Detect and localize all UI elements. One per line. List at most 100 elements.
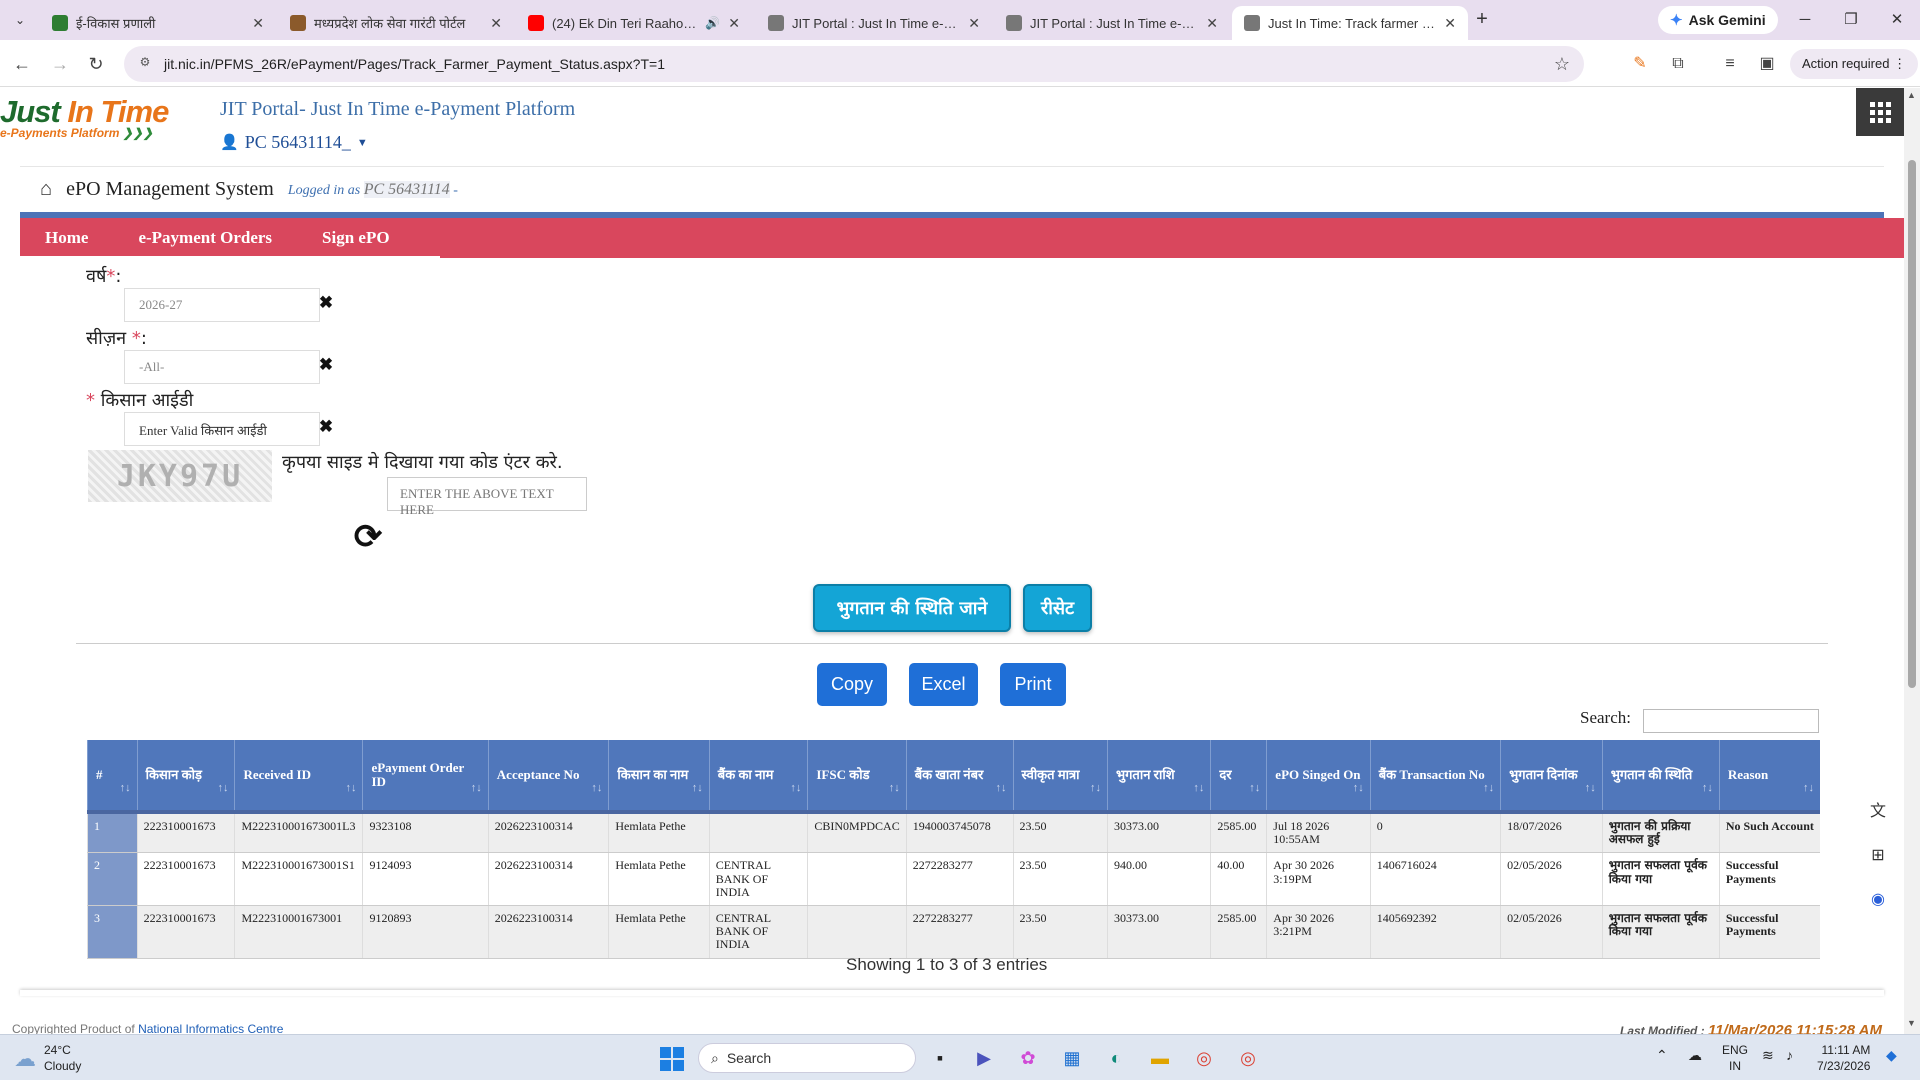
- column-header[interactable]: किसान कोड़ ↑↓: [136, 740, 235, 814]
- store-app-icon[interactable]: ▦: [1058, 1045, 1086, 1071]
- new-tab-button[interactable]: +: [1470, 8, 1494, 32]
- jit-logo[interactable]: Just In Time e-Payments Platform ❯❯❯: [0, 94, 169, 140]
- wifi-icon[interactable]: ≋: [1762, 1047, 1774, 1064]
- column-header[interactable]: Acceptance No ↑↓: [487, 740, 609, 814]
- print-button[interactable]: Print: [1000, 663, 1066, 706]
- address-bar[interactable]: ⚙ jit.nic.in/PFMS_26R/ePayment/Pages/Tra…: [124, 46, 1584, 82]
- column-header[interactable]: ePO Singed On ↑↓: [1266, 740, 1371, 814]
- site-info-icon[interactable]: ⚙: [136, 55, 154, 73]
- onedrive-icon[interactable]: ☁: [1688, 1047, 1702, 1064]
- year-select[interactable]: 2026-27: [124, 288, 320, 322]
- start-button[interactable]: [660, 1047, 684, 1071]
- captcha-input[interactable]: ENTER THE ABOVE TEXT HERE: [387, 477, 587, 517]
- column-header[interactable]: Reason ↑↓: [1718, 740, 1820, 814]
- tab-list-button[interactable]: ⌄: [8, 8, 32, 32]
- extensions-icon[interactable]: ⧉: [1666, 52, 1690, 76]
- ask-gemini-button[interactable]: ✦ Ask Gemini: [1658, 6, 1778, 34]
- meet-app-icon[interactable]: ▶: [970, 1045, 998, 1071]
- season-select[interactable]: -All-: [124, 350, 320, 384]
- reload-button[interactable]: ↻: [82, 50, 110, 78]
- side-panel-icon[interactable]: ⊞: [1866, 844, 1890, 868]
- profile-icon[interactable]: ▣: [1755, 52, 1779, 76]
- clock[interactable]: 11:11 AM 7/23/2026: [1817, 1043, 1870, 1074]
- nav-e-payment-orders[interactable]: e-Payment Orders: [113, 228, 297, 248]
- action-required-button[interactable]: Action required ⋮: [1790, 49, 1919, 79]
- column-header[interactable]: Received ID ↑↓: [234, 740, 363, 814]
- volume-icon[interactable]: ♪: [1786, 1047, 1793, 1063]
- media-control-icon[interactable]: ≡: [1718, 52, 1742, 76]
- nic-link[interactable]: National Informatics Centre: [138, 1022, 283, 1034]
- column-header[interactable]: IFSC कोड ↑↓: [807, 740, 907, 814]
- apps-grid-button[interactable]: [1856, 88, 1904, 136]
- column-header[interactable]: # ↑↓: [87, 740, 138, 814]
- table-search-input[interactable]: [1643, 709, 1819, 733]
- chrome-profile-app-icon[interactable]: ◎: [1234, 1045, 1262, 1071]
- back-button[interactable]: ←: [8, 50, 36, 78]
- tab-close-icon[interactable]: ✕: [1444, 15, 1456, 32]
- language-indicator[interactable]: ENG IN: [1722, 1043, 1748, 1074]
- nav-sign-epo[interactable]: Sign ePO: [297, 228, 415, 248]
- clear-farmer-id-icon[interactable]: ✖: [318, 418, 334, 435]
- check-payment-status-button[interactable]: भुगतान की स्थिति जाने: [813, 584, 1011, 632]
- column-header[interactable]: भुगतान की स्थिति ↑↓: [1601, 740, 1720, 814]
- file-explorer-icon[interactable]: ▬: [1146, 1045, 1174, 1071]
- excel-button[interactable]: Excel: [909, 663, 978, 706]
- table-row: 3 222310001673 M222310001673001 9120893 2026…: [87, 905, 1820, 959]
- column-header[interactable]: स्वीकृत मात्रा ↑↓: [1012, 740, 1108, 814]
- chrome-app-icon[interactable]: ◎: [1190, 1045, 1218, 1071]
- gemini-icon: ✦: [1670, 12, 1683, 29]
- restore-button[interactable]: ❐: [1828, 6, 1874, 34]
- column-header[interactable]: भुगतान राशि ↑↓: [1106, 740, 1211, 814]
- tab-close-icon[interactable]: ✕: [252, 15, 264, 32]
- notification-icon[interactable]: ◆: [1886, 1047, 1897, 1064]
- taskbar-search[interactable]: ⌕ Search: [698, 1043, 916, 1073]
- forward-button[interactable]: →: [46, 50, 74, 78]
- minimize-button[interactable]: ─: [1782, 6, 1828, 34]
- scroll-thumb[interactable]: [1908, 160, 1916, 688]
- column-header[interactable]: बैंक का नाम ↑↓: [708, 740, 808, 814]
- column-header[interactable]: ePayment Order ID ↑↓: [362, 740, 489, 814]
- tab-audio-icon[interactable]: 🔊: [705, 16, 720, 30]
- column-header[interactable]: बैंक Transaction No ↑↓: [1369, 740, 1501, 814]
- reset-button[interactable]: रीसेट: [1023, 584, 1092, 632]
- table-cell: 2026223100314: [487, 852, 609, 906]
- clear-season-icon[interactable]: ✖: [318, 356, 334, 373]
- nav-home[interactable]: Home: [20, 228, 113, 248]
- tab-close-icon[interactable]: ✕: [968, 15, 980, 32]
- table-cell: 3: [87, 905, 138, 959]
- page-scrollbar[interactable]: ▲ ▼: [1904, 88, 1920, 1034]
- browser-tab-1[interactable]: ई-विकास प्रणाली ✕: [40, 6, 276, 40]
- bookmark-star-icon[interactable]: ☆: [1554, 54, 1570, 75]
- tab-close-icon[interactable]: ✕: [1206, 15, 1218, 32]
- task-view-icon[interactable]: ▪: [926, 1045, 954, 1071]
- browser-tab-2[interactable]: मध्यप्रदेश लोक सेवा गारंटी पोर्टल ✕: [278, 6, 514, 40]
- tab-close-icon[interactable]: ✕: [728, 15, 740, 32]
- edge-app-icon[interactable]: ◐: [1102, 1045, 1130, 1071]
- user-dropdown[interactable]: 👤 PC 56431114_ ▼: [220, 132, 368, 153]
- copy-button[interactable]: Copy: [817, 663, 887, 706]
- column-header[interactable]: भुगतान दिनांक ↑↓: [1500, 740, 1603, 814]
- translate-icon[interactable]: 文: [1866, 800, 1890, 824]
- close-window-button[interactable]: ✕: [1874, 6, 1920, 34]
- farmer-id-input[interactable]: Enter Valid किसान आईडी: [124, 412, 320, 446]
- column-header-label: बैंक खाता नंबर: [914, 766, 984, 782]
- scroll-down-icon[interactable]: ▼: [1907, 1018, 1916, 1028]
- scroll-up-icon[interactable]: ▲: [1907, 90, 1916, 100]
- tray-chevron-icon[interactable]: ⌃: [1656, 1047, 1668, 1064]
- copilot-app-icon[interactable]: ✿: [1014, 1045, 1042, 1071]
- browser-tab-4[interactable]: JIT Portal : Just In Time e-Payme ✕: [756, 6, 992, 40]
- browser-tab-5[interactable]: JIT Portal : Just In Time e-Payme ✕: [994, 6, 1230, 40]
- column-header[interactable]: बैंक खाता नंबर ↑↓: [905, 740, 1014, 814]
- clear-year-icon[interactable]: ✖: [318, 294, 334, 311]
- browser-tab-6[interactable]: Just In Time: Track farmer Paym ✕: [1232, 6, 1468, 40]
- refresh-captcha-icon[interactable]: ⟳: [348, 517, 388, 557]
- pen-extension-icon[interactable]: ✎: [1628, 52, 1652, 76]
- column-header[interactable]: दर ↑↓: [1210, 740, 1267, 814]
- assistant-icon[interactable]: ◉: [1866, 888, 1890, 912]
- column-header[interactable]: किसान का नाम ↑↓: [608, 740, 710, 814]
- home-icon[interactable]: ⌂: [40, 178, 52, 201]
- tab-close-icon[interactable]: ✕: [490, 15, 502, 32]
- weather-widget[interactable]: ☁ 24°C Cloudy: [14, 1043, 81, 1074]
- browser-tab-3[interactable]: (24) Ek Din Teri Raahon Me 🔊 ✕: [516, 6, 752, 40]
- sort-icon: ↑↓: [1352, 781, 1364, 794]
